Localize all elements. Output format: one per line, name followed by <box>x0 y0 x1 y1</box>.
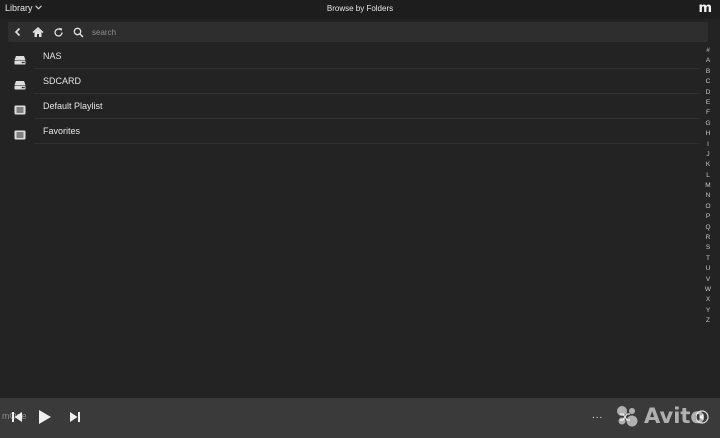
refresh-icon <box>53 27 63 37</box>
folder-item-default-playlist[interactable]: Default Playlist <box>0 94 700 119</box>
page-title: Browse by Folders <box>326 4 394 13</box>
next-button[interactable] <box>68 409 82 425</box>
home-button[interactable] <box>30 24 46 40</box>
alpha-index-q[interactable]: Q <box>701 223 715 233</box>
alpha-index-p[interactable]: P <box>701 212 715 222</box>
refresh-button[interactable] <box>50 24 66 40</box>
alpha-index-a[interactable]: A <box>701 56 715 66</box>
alpha-index-v[interactable]: V <box>701 275 715 285</box>
alpha-index-r[interactable]: R <box>701 233 715 243</box>
folder-item-nas[interactable]: NAS <box>0 44 700 69</box>
folder-label: Favorites <box>43 126 81 136</box>
moode-logo[interactable]: m <box>698 1 712 16</box>
row-divider <box>34 143 700 144</box>
alpha-index-g[interactable]: G <box>701 119 715 129</box>
next-icon <box>70 412 80 422</box>
folder-label: SDCARD <box>43 76 82 86</box>
search-icon <box>73 27 84 38</box>
alpha-index-c[interactable]: C <box>701 77 715 87</box>
alpha-index-k[interactable]: K <box>701 160 715 170</box>
hdd-icon <box>14 77 26 90</box>
hdd-icon <box>14 52 26 65</box>
alpha-index-n[interactable]: N <box>701 191 715 201</box>
search-button[interactable] <box>70 24 86 40</box>
folder-label: Default Playlist <box>43 101 103 111</box>
top-bar: Library Browse by Folders m <box>0 0 720 19</box>
previous-icon <box>12 412 22 422</box>
alpha-index-h[interactable]: H <box>701 129 715 139</box>
alpha-index-j[interactable]: J <box>701 150 715 160</box>
folder-item-favorites[interactable]: Favorites <box>0 119 700 144</box>
play-button[interactable] <box>36 408 54 426</box>
alpha-index-l[interactable]: L <box>701 171 715 181</box>
alpha-index-x[interactable]: X <box>701 295 715 305</box>
folder-label: NAS <box>43 51 62 61</box>
playlist-icon <box>14 102 26 115</box>
playlist-icon <box>14 127 26 140</box>
alpha-index-w[interactable]: W <box>701 285 715 295</box>
folder-list: NAS SDCARD Default Playlist Favorites <box>0 44 700 144</box>
back-button[interactable] <box>10 24 26 40</box>
previous-button[interactable] <box>10 409 24 425</box>
back-icon <box>14 27 21 37</box>
alpha-index-z[interactable]: Z <box>701 316 715 326</box>
alphabet-index: # A B C D E F G H I J K L M N O P Q R S … <box>701 46 715 327</box>
alpha-index-y[interactable]: Y <box>701 306 715 316</box>
alpha-index-o[interactable]: O <box>701 202 715 212</box>
home-icon <box>32 26 44 37</box>
alpha-index-f[interactable]: F <box>701 108 715 118</box>
avito-watermark-text: Avito <box>644 404 705 428</box>
alpha-index-hash[interactable]: # <box>701 46 715 56</box>
search-input[interactable] <box>92 25 472 39</box>
folder-item-sdcard[interactable]: SDCARD <box>0 69 700 94</box>
alpha-index-m[interactable]: M <box>701 181 715 191</box>
alpha-index-t[interactable]: T <box>701 254 715 264</box>
alpha-index-b[interactable]: B <box>701 67 715 77</box>
alpha-index-s[interactable]: S <box>701 243 715 253</box>
more-options-button[interactable]: ... <box>592 410 603 421</box>
alpha-index-u[interactable]: U <box>701 264 715 274</box>
alpha-index-e[interactable]: E <box>701 98 715 108</box>
alpha-index-d[interactable]: D <box>701 88 715 98</box>
player-bar: mOde ... <box>0 398 720 438</box>
avito-logo-icon <box>617 406 638 427</box>
avito-watermark: Avito <box>614 402 714 430</box>
alpha-index-i[interactable]: I <box>701 140 715 150</box>
nav-bar <box>8 22 708 42</box>
play-icon <box>39 410 51 424</box>
